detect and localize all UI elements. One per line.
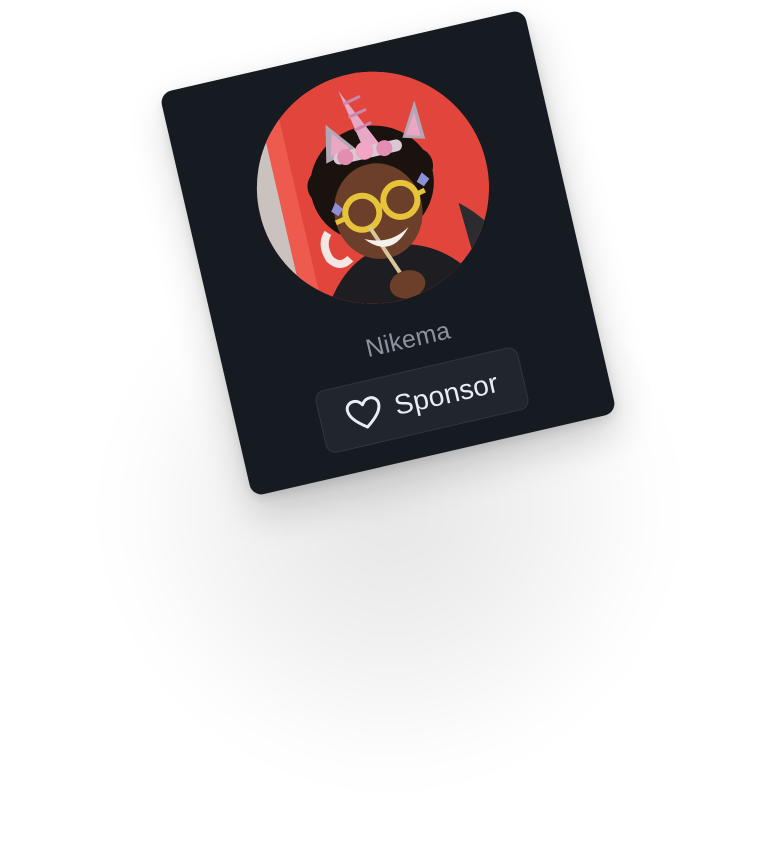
avatar-illustration bbox=[233, 48, 513, 327]
sponsor-button-label: Sponsor bbox=[391, 367, 502, 422]
user-avatar[interactable] bbox=[233, 48, 513, 327]
heart-icon bbox=[342, 393, 387, 435]
stage: Nikema Sponsor bbox=[0, 0, 776, 867]
